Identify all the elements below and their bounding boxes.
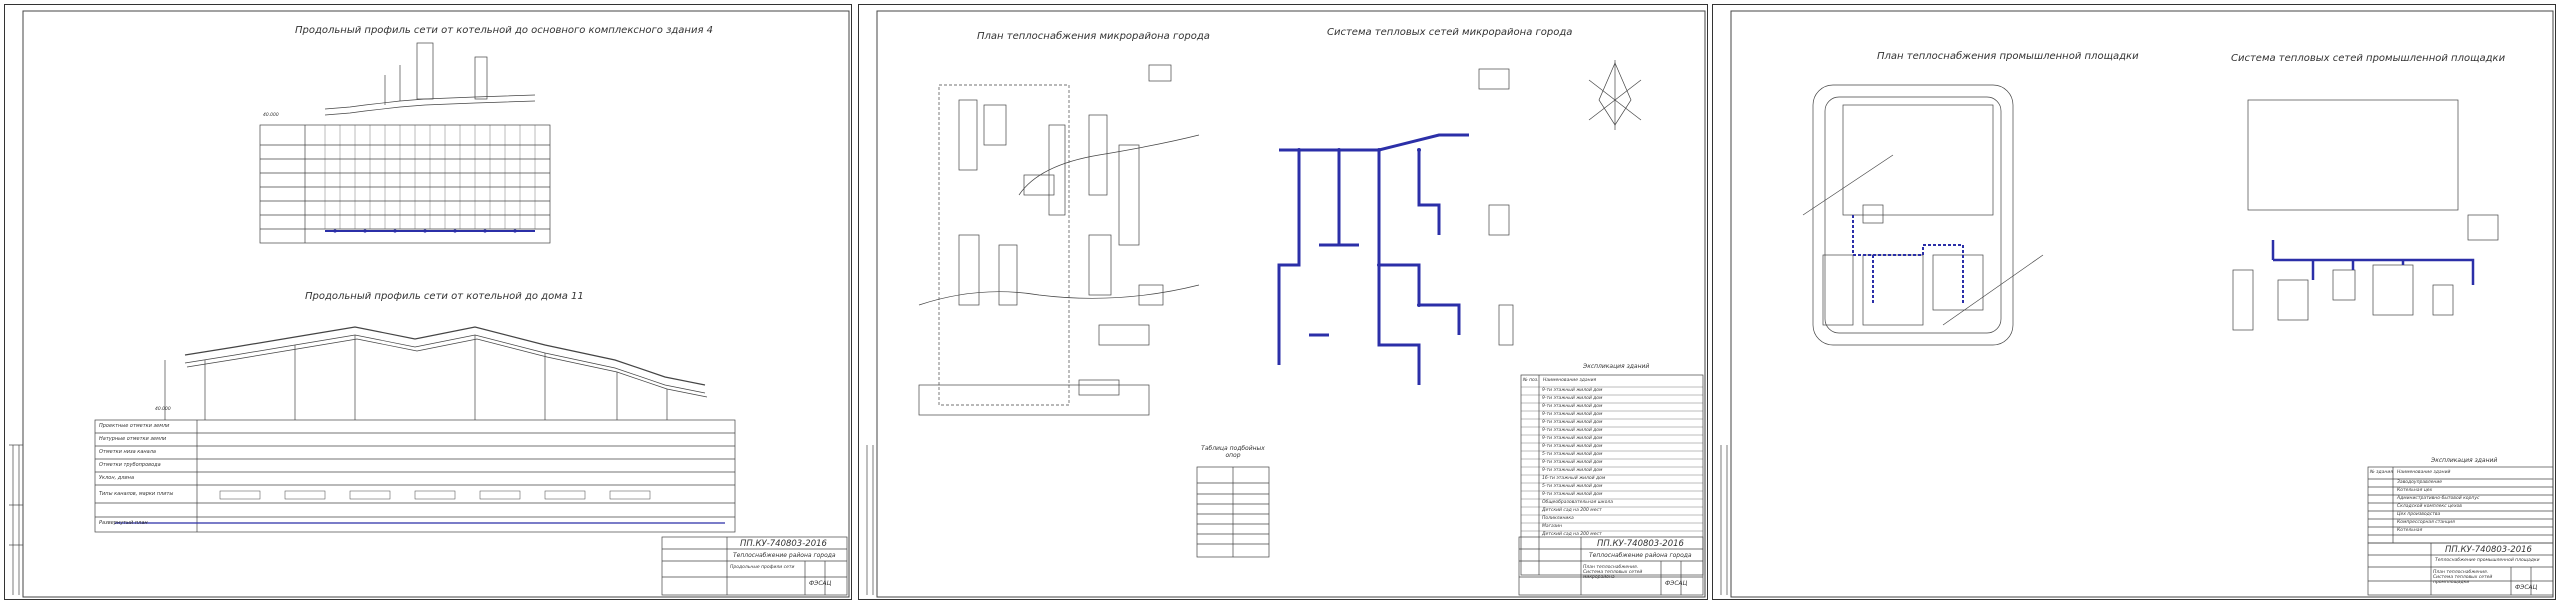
- stamp-code: ПП.КУ-740803-2016: [2445, 545, 2532, 555]
- level-mark-1: 40.000: [263, 113, 279, 118]
- system-title: Система тепловых сетей микрорайона город…: [1327, 27, 1573, 38]
- legend-head-name: Наименование здания: [1543, 378, 1597, 383]
- legend-item: Административно-бытовой корпус: [2397, 496, 2480, 501]
- industrial-plan-title: План теплоснабжения промышленной площадк…: [1877, 51, 2139, 62]
- stamp-code: ПП.КУ-740803-2016: [1597, 539, 1684, 549]
- legend-item: 9-ти этажный жилой дом: [1542, 436, 1603, 441]
- legend-item: 9-ти этажный жилой дом: [1542, 404, 1603, 409]
- legend-item: Общеобразовательная школа: [1542, 500, 1614, 505]
- legend-item: Заводоуправление: [2397, 480, 2443, 485]
- legend-head-num: № поз.: [1523, 378, 1539, 383]
- legend-item: 9-ти этажный жилой дом: [1542, 412, 1603, 417]
- legend-item: Котельная: [2397, 528, 2423, 533]
- stamp-org: ФЭСАЦ: [809, 580, 832, 587]
- industrial-legend-list: Заводоуправление Котельная цех Администр…: [2397, 480, 2479, 536]
- supports-table-title: Таблица подбойных опор: [1201, 445, 1265, 459]
- stamp-project: Теплоснабжение района города: [733, 552, 836, 559]
- sheet-1-graphics: [9, 10, 850, 598]
- legend-item: Компрессорная станция: [2397, 520, 2455, 525]
- industrial-system-title: Система тепловых сетей промышленной площ…: [2231, 53, 2506, 64]
- level-mark-2: 40.000: [155, 407, 171, 412]
- row-label: Отметки низа канала: [99, 449, 156, 455]
- legend-title: Экспликация зданий: [2431, 457, 2498, 464]
- legend-item: 16-ти этажный жилой дом: [1542, 476, 1606, 481]
- legend-item: Котельная цех: [2397, 488, 2433, 493]
- row-label: Уклон, длина: [99, 475, 135, 481]
- stamp-org: ФЭСАЦ: [2515, 584, 2538, 591]
- legend-item: 9-ти этажный жилой дом: [1542, 428, 1603, 433]
- stamp-sheet-name: План теплоснабжения. Система тепловых се…: [1583, 565, 1643, 580]
- legend-item: Цех производства: [2397, 512, 2441, 517]
- stamp-project: Теплоснабжение района города: [1589, 552, 1692, 559]
- legend-item: Детский сад на 200 мест: [1542, 508, 1602, 513]
- legend-title: Экспликация зданий: [1583, 363, 1650, 370]
- legend-list: 9-ти этажный жилой дом 9-ти этажный жило…: [1542, 388, 1613, 540]
- legend-item: 9-ти этажный жилой дом: [1542, 388, 1603, 393]
- legend-item: Магазин: [1542, 524, 1563, 529]
- legend-head-name: Наименование зданий: [2397, 470, 2451, 475]
- stamp-code: ПП.КУ-740803-2016: [740, 539, 827, 549]
- legend-head-num: № здания: [2370, 470, 2393, 475]
- drawing-sheet-2: План теплоснабжения микрорайона города С…: [858, 4, 1708, 600]
- legend-item: Складской комплекс цехов: [2397, 504, 2462, 509]
- legend-item: 9-ти этажный жилой дом: [1542, 396, 1603, 401]
- row-label: Развернутый план: [99, 520, 148, 526]
- legend-item: 9-ти этажный жилой дом: [1542, 468, 1603, 473]
- legend-item: 9-ти этажный жилой дом: [1542, 420, 1603, 425]
- row-label: Проектные отметки земли: [99, 423, 170, 429]
- row-label: Отметки трубопровода: [99, 462, 161, 468]
- legend-item: 9-ти этажный жилой дом: [1542, 460, 1603, 465]
- stamp-org: ФЭСАЦ: [1665, 580, 1688, 587]
- stamp-sheet-name: План теплоснабжения. Система тепловых се…: [2433, 570, 2493, 585]
- legend-item: 9-ти этажный жилой дом: [1542, 444, 1603, 449]
- legend-item: Поликлиника: [1542, 516, 1574, 521]
- profile-title-2: Продольный профиль сети от котельной до …: [305, 291, 584, 302]
- row-label: Типы каналов, марки плиты: [99, 491, 174, 497]
- stamp-sheet-name: Продольные профили сети: [730, 565, 795, 570]
- drawing-sheet-1: Продольный профиль сети от котельной до …: [4, 4, 852, 600]
- legend-item: 5-ти этажный жилой дом: [1542, 484, 1603, 489]
- legend-item: 9-ти этажный жилой дом: [1542, 492, 1603, 497]
- stamp-project: Теплоснабжение промышленной площадки: [2435, 558, 2540, 563]
- row-label: Натурные отметки земли: [99, 436, 167, 442]
- plan-title: План теплоснабжения микрорайона города: [977, 31, 1210, 42]
- profile-title-1: Продольный профиль сети от котельной до …: [295, 25, 714, 36]
- drawing-sheet-3: План теплоснабжения промышленной площадк…: [1712, 4, 2556, 600]
- legend-item: 5-ти этажный жилой дом: [1542, 452, 1603, 457]
